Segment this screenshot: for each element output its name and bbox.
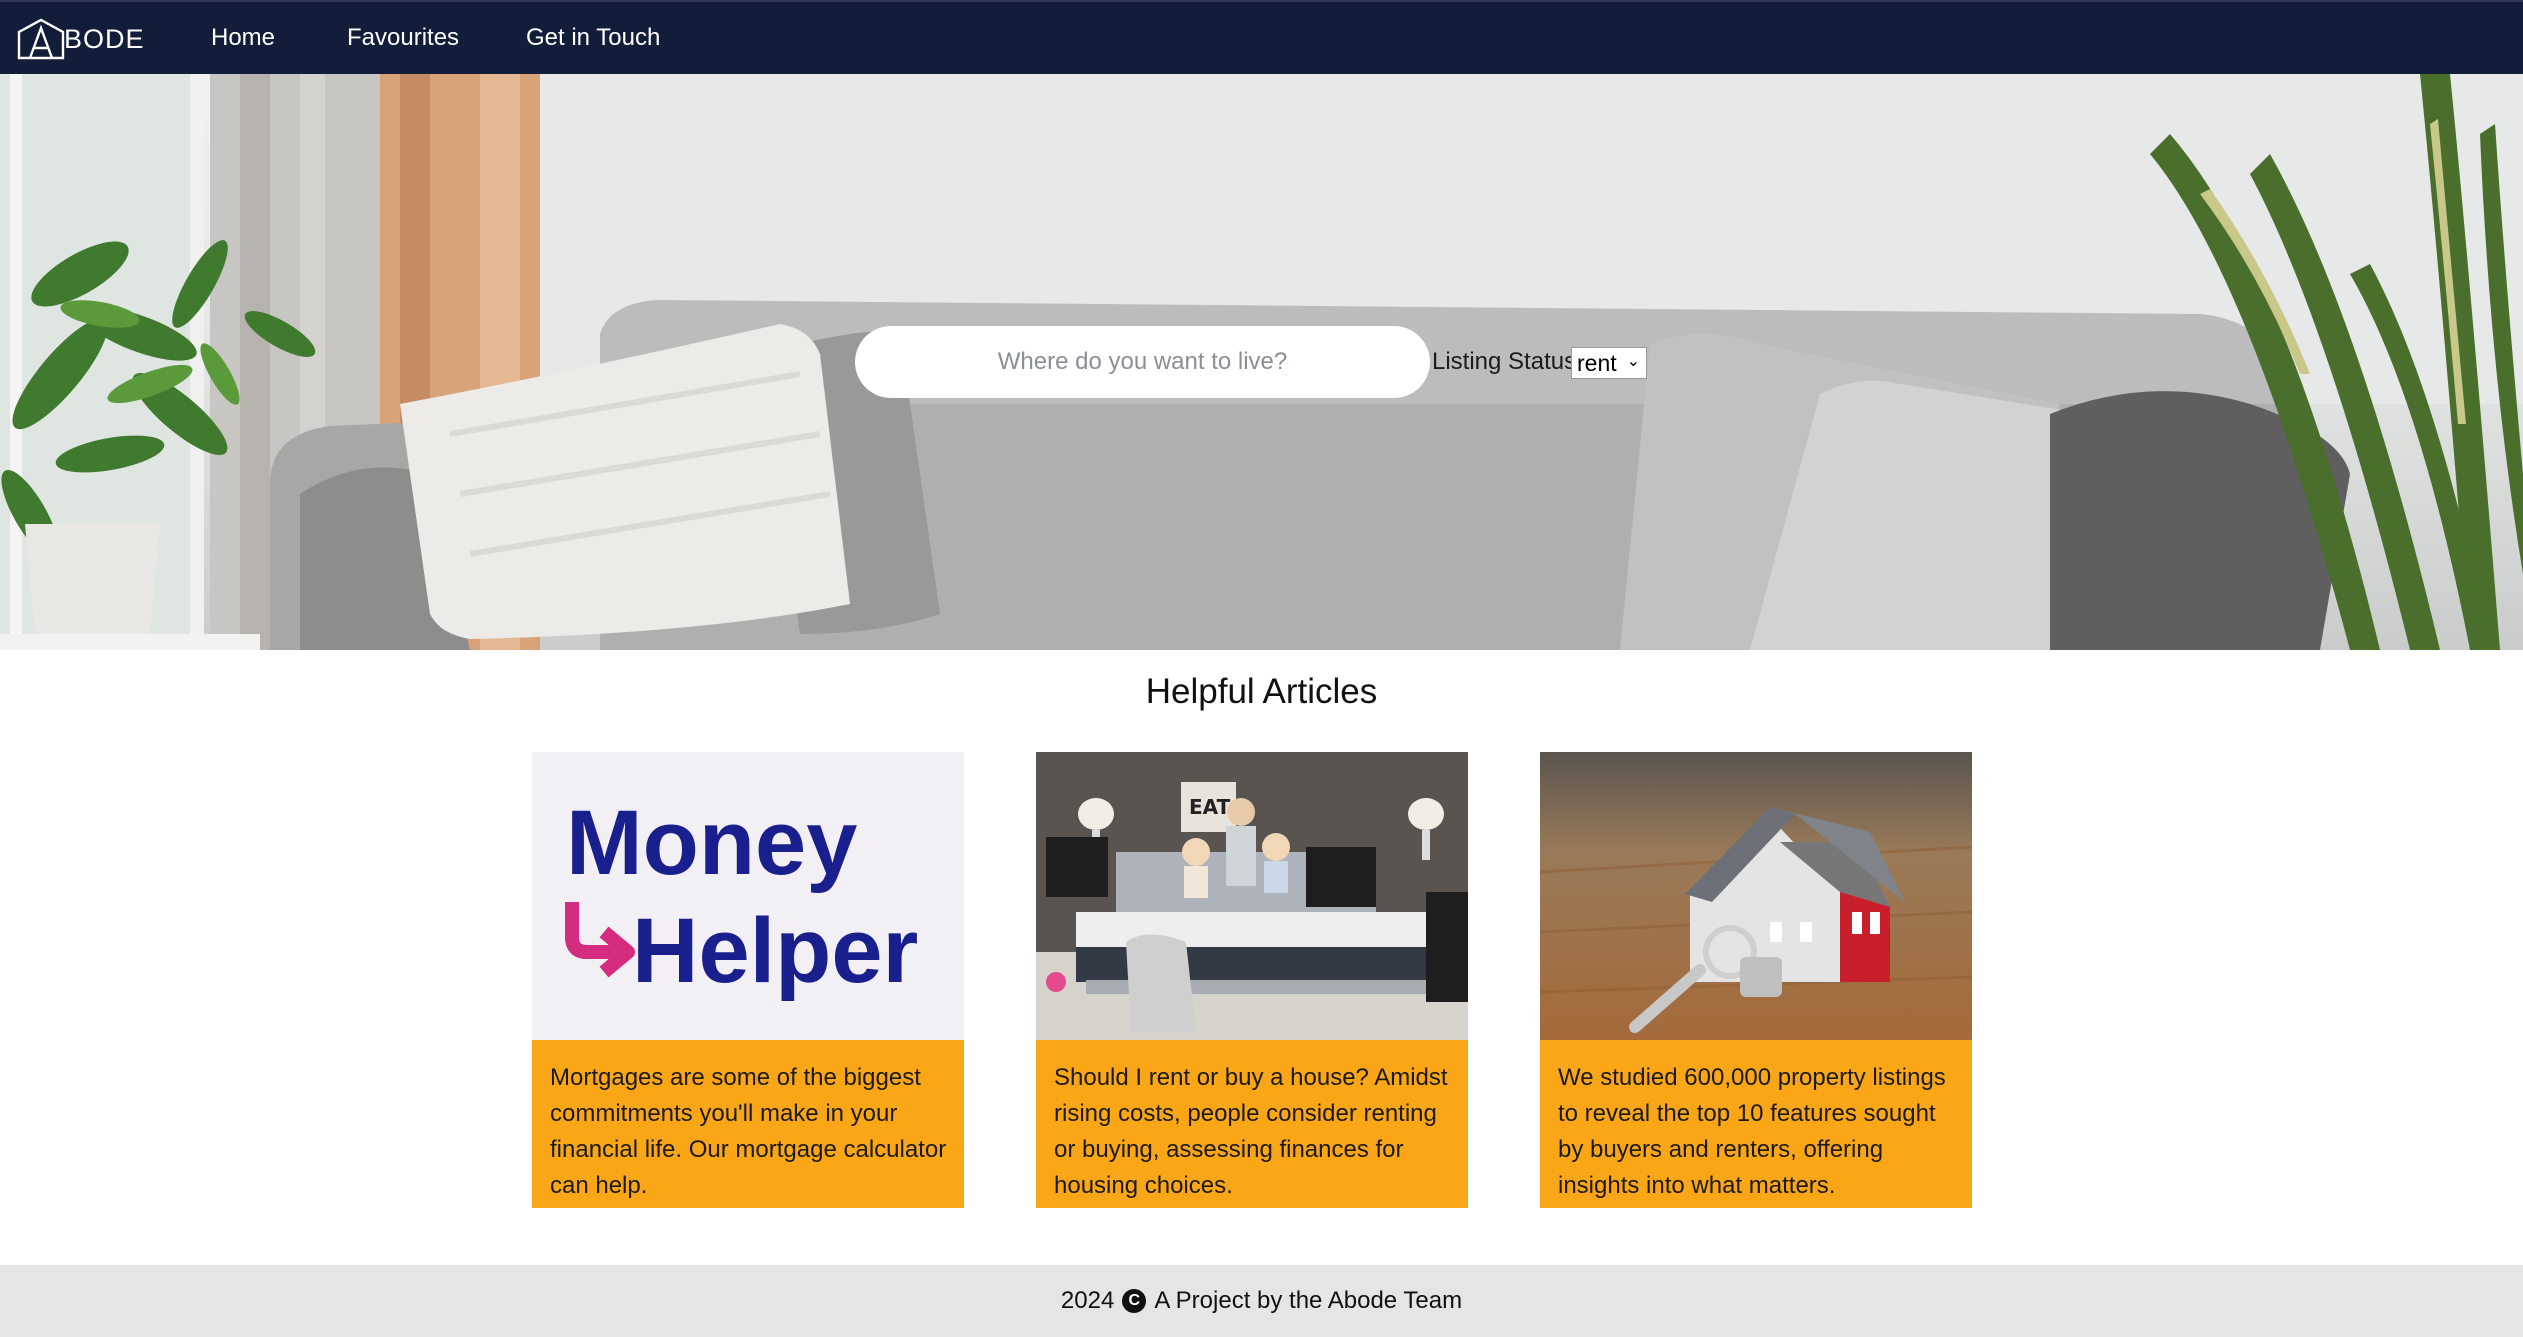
chevron-down-icon: ⌄ [1626,353,1640,370]
money-helper-logo-line2: Helper [632,900,918,1002]
listing-status-select[interactable]: rent ⌄ [1571,347,1647,379]
site-logo[interactable]: BODE [16,18,145,60]
nav-link-home[interactable]: Home [211,24,275,52]
article-card-text: We studied 600,000 property listings to … [1540,1040,1972,1208]
article-card-rent-or-buy[interactable]: EAT Should I rent or buy a house? Amidst… [1036,752,1468,1208]
eat-sign-text: EAT [1189,795,1231,819]
listing-status-value: rent [1577,349,1617,376]
page-footer: 2024 C A Project by the Abode Team [0,1265,2523,1337]
house-model-keys-photo [1540,752,1972,1040]
listing-status-label: Listing Status [1432,348,1577,375]
section-title-helpful-articles: Helpful Articles [1145,672,1378,711]
family-moving-photo: EAT [1036,752,1468,1040]
money-helper-logo-line1: Money [566,792,857,894]
top-navbar: BODE Home Favourites Get in Touch [0,0,2523,74]
footer-text: A Project by the Abode Team [1154,1287,1463,1314]
logo-text: BODE [64,23,145,54]
article-card-mortgage[interactable]: Money Helper Mortgages are some of the b… [532,752,964,1208]
location-search-input[interactable] [855,326,1430,398]
article-card-property-features[interactable]: We studied 600,000 property listings to … [1540,752,1972,1208]
house-a-logo-icon [17,18,65,60]
copyright-icon: C [1122,1289,1147,1313]
article-card-text: Should I rent or buy a house? Amidst ris… [1036,1040,1468,1208]
hero-banner: Listing Status rent ⌄ [0,74,2523,650]
article-card-text: Mortgages are some of the biggest commit… [532,1040,964,1208]
nav-link-get-in-touch[interactable]: Get in Touch [526,24,660,52]
nav-link-favourites[interactable]: Favourites [347,24,459,52]
footer-year: 2024 [1060,1287,1115,1314]
money-helper-logo-image: Money Helper [532,752,964,1040]
